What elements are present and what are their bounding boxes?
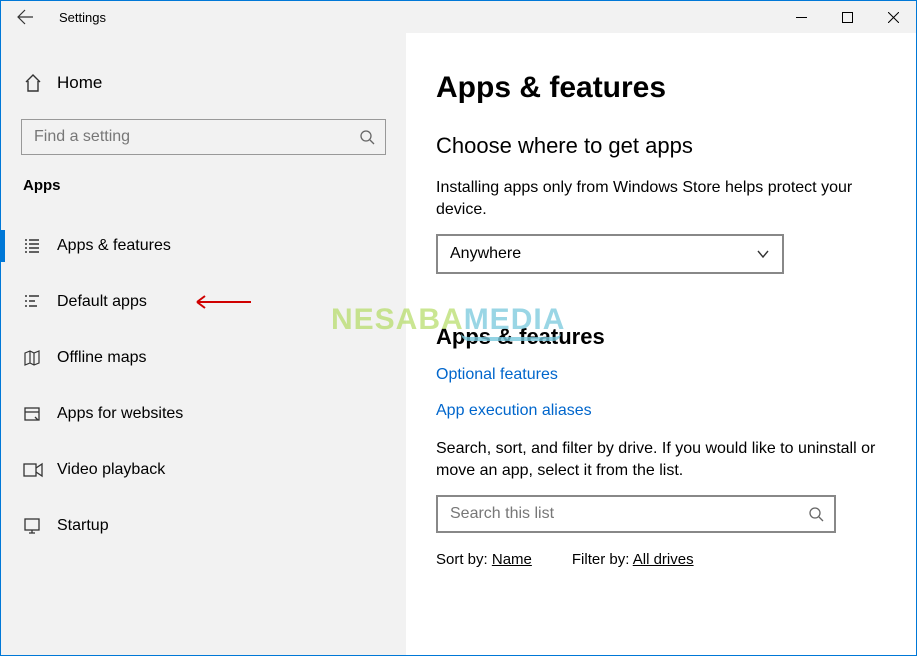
filter-by-control[interactable]: Filter by: All drives (572, 551, 694, 568)
home-icon (23, 73, 57, 93)
sort-label: Sort by: (436, 551, 488, 568)
apps-list-description: Search, sort, and filter by drive. If yo… (436, 438, 888, 481)
sidebar-item-video-playback[interactable]: Video playback (1, 442, 406, 498)
back-button[interactable] (1, 1, 49, 33)
app-list-search-input[interactable] (448, 504, 808, 524)
sidebar: Home Apps Apps & features Default apps (1, 33, 406, 655)
sidebar-item-label: Default apps (57, 293, 147, 311)
app-list-search[interactable] (436, 495, 836, 533)
sidebar-category: Apps (1, 173, 406, 204)
sidebar-item-label: Startup (57, 517, 109, 535)
search-icon (359, 129, 375, 145)
maximize-icon (842, 12, 853, 23)
sidebar-item-default-apps[interactable]: Default apps (1, 274, 406, 330)
home-button[interactable]: Home (1, 61, 406, 105)
defaults-icon (23, 293, 57, 311)
link-app-execution-aliases[interactable]: App execution aliases (436, 402, 888, 420)
link-optional-features[interactable]: Optional features (436, 366, 888, 384)
sort-filter-row: Sort by: Name Filter by: All drives (436, 551, 888, 568)
app-source-dropdown[interactable]: Anywhere (436, 234, 784, 274)
find-setting-search[interactable] (21, 119, 386, 155)
sidebar-item-offline-maps[interactable]: Offline maps (1, 330, 406, 386)
window-controls (778, 1, 916, 33)
sidebar-item-label: Video playback (57, 461, 165, 479)
video-icon (23, 462, 57, 478)
sidebar-item-apps-features[interactable]: Apps & features (1, 218, 406, 274)
sidebar-item-apps-for-websites[interactable]: Apps for websites (1, 386, 406, 442)
close-button[interactable] (870, 1, 916, 33)
sidebar-nav: Apps & features Default apps Offline map… (1, 204, 406, 554)
window-title: Settings (49, 10, 106, 25)
minimize-button[interactable] (778, 1, 824, 33)
home-label: Home (57, 73, 102, 93)
section-title-apps-features: Apps & features (436, 324, 888, 350)
chevron-down-icon (756, 247, 770, 261)
sidebar-item-label: Apps & features (57, 237, 171, 255)
page-title: Apps & features (436, 71, 888, 105)
search-icon (808, 506, 824, 522)
startup-icon (23, 517, 57, 535)
list-icon (23, 237, 57, 255)
arrow-left-icon (17, 9, 33, 25)
title-bar: Settings (1, 1, 916, 33)
dropdown-value: Anywhere (450, 245, 756, 263)
app-website-icon (23, 405, 57, 423)
sort-by-control[interactable]: Sort by: Name (436, 551, 532, 568)
sidebar-item-label: Apps for websites (57, 405, 183, 423)
section-title-get-apps: Choose where to get apps (436, 133, 888, 159)
find-setting-input[interactable] (32, 127, 359, 147)
sort-value: Name (492, 551, 532, 568)
get-apps-description: Installing apps only from Windows Store … (436, 177, 888, 220)
annotation-arrow (191, 294, 251, 310)
maximize-button[interactable] (824, 1, 870, 33)
filter-label: Filter by: (572, 551, 630, 568)
sidebar-item-label: Offline maps (57, 349, 147, 367)
map-icon (23, 349, 57, 367)
close-icon (888, 12, 899, 23)
sidebar-item-startup[interactable]: Startup (1, 498, 406, 554)
filter-value: All drives (633, 551, 694, 568)
main-panel: Apps & features Choose where to get apps… (406, 33, 916, 655)
minimize-icon (796, 12, 807, 23)
